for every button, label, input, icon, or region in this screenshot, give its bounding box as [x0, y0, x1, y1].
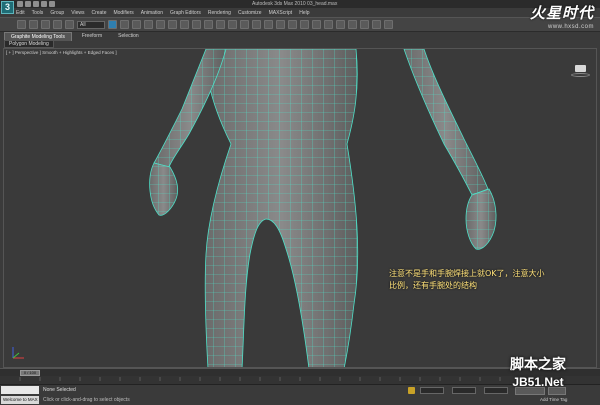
- prompt-line: Click or click-and-drag to select object…: [43, 397, 130, 403]
- menu-views[interactable]: Views: [71, 9, 84, 17]
- tab-freeform[interactable]: Freeform: [76, 32, 108, 40]
- redo-button[interactable]: [29, 20, 38, 29]
- selection-status: None Selected: [43, 387, 76, 393]
- undo-icon[interactable]: [41, 1, 47, 7]
- viewcube-icon[interactable]: [575, 65, 586, 72]
- rendered-frame-button[interactable]: [372, 20, 381, 29]
- curve-editor-button[interactable]: [324, 20, 333, 29]
- select-object-button[interactable]: [108, 20, 117, 29]
- menu-rendering[interactable]: Rendering: [208, 9, 231, 17]
- select-by-name-button[interactable]: [120, 20, 129, 29]
- menu-group[interactable]: Group: [50, 9, 64, 17]
- menu-help[interactable]: Help: [299, 9, 309, 17]
- annotation-line-2: 比例，还有手腕处的结构: [389, 281, 477, 290]
- rectangular-selection-button[interactable]: [132, 20, 141, 29]
- link-button[interactable]: [41, 20, 50, 29]
- material-editor-button[interactable]: [348, 20, 357, 29]
- menu-create[interactable]: Create: [91, 9, 106, 17]
- menu-animation[interactable]: Animation: [141, 9, 163, 17]
- tutorial-annotation: 注意不是手和手腕焊接上就OK了，注意大小 比例，还有手腕处的结构: [389, 268, 589, 292]
- open-file-icon[interactable]: [25, 1, 31, 7]
- named-selection-button[interactable]: [276, 20, 285, 29]
- new-file-icon[interactable]: [17, 1, 23, 7]
- mirror-button[interactable]: [288, 20, 297, 29]
- axis-tripod-icon: [12, 347, 24, 359]
- quick-access-toolbar: [17, 1, 55, 7]
- jb51-watermark-en: JB51.Net: [512, 375, 564, 389]
- menu-tools[interactable]: Tools: [32, 9, 44, 17]
- percent-snap-button[interactable]: [252, 20, 261, 29]
- menu-customize[interactable]: Customize: [238, 9, 262, 17]
- mesh-body: [204, 49, 359, 367]
- app-logo-button[interactable]: 3: [1, 1, 14, 14]
- main-toolbar: All: [0, 17, 600, 32]
- viewcube-compass-icon[interactable]: [571, 73, 590, 77]
- menu-edit[interactable]: Edit: [16, 9, 25, 17]
- layer-manager-button[interactable]: [312, 20, 321, 29]
- select-and-move-button[interactable]: [156, 20, 165, 29]
- perspective-viewport[interactable]: [ + ] Perspective ] Smooth + Highlights …: [3, 48, 597, 368]
- select-and-scale-button[interactable]: [180, 20, 189, 29]
- welcome-message[interactable]: Welcome to MAX: [1, 396, 39, 404]
- spinner-snap-button[interactable]: [264, 20, 273, 29]
- window-title: Autodesk 3ds Max 2010 03_head.max: [252, 1, 338, 7]
- selection-filter-dropdown[interactable]: All: [77, 20, 105, 29]
- menu-maxscript[interactable]: MAXScript: [269, 9, 293, 17]
- character-mesh[interactable]: [4, 49, 597, 368]
- graphite-ribbon-tabs: Graphite Modeling Tools Freeform Selecti…: [0, 31, 600, 41]
- schematic-view-button[interactable]: [336, 20, 345, 29]
- mesh-left-arm: [149, 49, 227, 216]
- menu-graph-editors[interactable]: Graph Editors: [170, 9, 201, 17]
- angle-snap-button[interactable]: [240, 20, 249, 29]
- tab-selection[interactable]: Selection: [112, 32, 145, 40]
- jb51-watermark-cn: 脚本之家: [510, 357, 566, 373]
- annotation-line-1: 注意不是手和手腕焊接上就OK了，注意大小: [389, 269, 545, 278]
- add-time-tag-button[interactable]: Add Time Tag: [540, 397, 567, 402]
- y-coordinate-field[interactable]: [452, 387, 476, 394]
- redo-icon[interactable]: [49, 1, 55, 7]
- window-crossing-button[interactable]: [144, 20, 153, 29]
- unlink-button[interactable]: [53, 20, 62, 29]
- mesh-right-arm: [403, 49, 497, 250]
- align-button[interactable]: [300, 20, 309, 29]
- save-file-icon[interactable]: [33, 1, 39, 7]
- render-setup-button[interactable]: [360, 20, 369, 29]
- jb51-watermark: 脚本之家 JB51.Net: [510, 354, 566, 389]
- hxsd-logo-text: 火星时代: [529, 4, 594, 22]
- x-coordinate-field[interactable]: [420, 387, 444, 394]
- menu-bar: Edit Tools Group Views Create Modifiers …: [16, 9, 310, 17]
- render-production-button[interactable]: [384, 20, 393, 29]
- undo-button[interactable]: [17, 20, 26, 29]
- bind-space-warp-button[interactable]: [65, 20, 74, 29]
- snaps-toggle-button[interactable]: [228, 20, 237, 29]
- select-and-rotate-button[interactable]: [168, 20, 177, 29]
- maxscript-listener-input[interactable]: [1, 386, 39, 394]
- manipulate-button[interactable]: [216, 20, 225, 29]
- hxsd-logo-url: www.hxsd.com: [547, 24, 594, 30]
- z-coordinate-field[interactable]: [484, 387, 508, 394]
- pivot-center-button[interactable]: [204, 20, 213, 29]
- selection-lock-icon[interactable]: [408, 387, 415, 394]
- reference-coordinate-button[interactable]: [192, 20, 201, 29]
- hxsd-logo: 火星时代 www.hxsd.com: [530, 2, 594, 30]
- polygon-modeling-panel[interactable]: Polygon Modeling: [4, 40, 54, 48]
- title-bar: Autodesk 3ds Max 2010 03_head.max: [0, 0, 600, 8]
- menu-modifiers[interactable]: Modifiers: [113, 9, 133, 17]
